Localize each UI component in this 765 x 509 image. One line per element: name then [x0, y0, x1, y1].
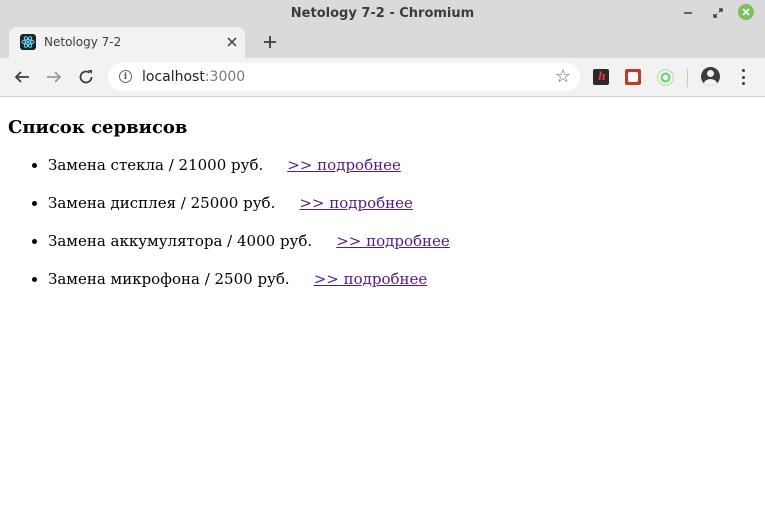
tab-title: Netology 7-2: [44, 35, 122, 49]
address-bar[interactable]: i localhost:3000 ☆: [108, 63, 580, 91]
new-tab-button[interactable]: [260, 32, 280, 52]
details-link[interactable]: >> подробнее: [314, 270, 428, 288]
list-item: Замена микрофона / 2500 руб. >> подробнее: [48, 268, 450, 306]
list-item: Замена дисплея / 25000 руб. >> подробнее: [48, 192, 450, 230]
extension-h-icon[interactable]: h: [593, 69, 609, 85]
service-text: Замена микрофона / 2500 руб.: [48, 270, 290, 288]
menu-icon[interactable]: [738, 69, 748, 85]
service-text: Замена аккумулятора / 4000 руб.: [48, 232, 313, 250]
maximize-icon[interactable]: [709, 4, 727, 22]
forward-arrow-icon[interactable]: [42, 66, 66, 88]
info-icon[interactable]: i: [119, 70, 132, 83]
toolbar-divider: [687, 69, 688, 87]
url-text[interactable]: localhost:3000: [142, 69, 245, 85]
extension-red-icon[interactable]: [625, 69, 641, 85]
extension-target-icon[interactable]: [657, 69, 674, 86]
browser-tab[interactable]: Netology 7-2: [9, 27, 245, 58]
tab-strip: Netology 7-2: [0, 27, 765, 58]
back-arrow-icon[interactable]: [10, 66, 34, 88]
service-text: Замена дисплея / 25000 руб.: [48, 194, 276, 212]
details-link[interactable]: >> подробнее: [287, 156, 401, 174]
react-icon: [20, 34, 36, 50]
service-text: Замена стекла / 21000 руб.: [48, 156, 264, 174]
browser-toolbar: i localhost:3000 ☆ h: [0, 58, 765, 97]
page-content: Список сервисов Замена стекла / 21000 ру…: [0, 97, 765, 509]
details-link[interactable]: >> подробнее: [299, 194, 413, 212]
star-icon[interactable]: ☆: [555, 66, 571, 87]
reload-icon[interactable]: [74, 66, 98, 88]
page-title: Список сервисов: [8, 117, 188, 138]
url-port: :3000: [204, 69, 246, 85]
list-item: Замена аккумулятора / 4000 руб. >> подроб…: [48, 230, 450, 268]
profile-icon[interactable]: [701, 67, 720, 86]
window-title: Netology 7-2 - Chromium: [290, 6, 475, 21]
title-bar: Netology 7-2 - Chromium: [0, 0, 765, 27]
list-item: Замена стекла / 21000 руб. >> подробнее: [48, 154, 450, 192]
minimize-icon[interactable]: [679, 4, 697, 22]
close-tab-icon[interactable]: [224, 34, 240, 50]
close-window-icon[interactable]: [738, 4, 754, 20]
service-list: Замена стекла / 21000 руб. >> подробнее З…: [0, 154, 450, 306]
url-host: localhost: [142, 69, 205, 85]
details-link[interactable]: >> подробнее: [336, 232, 450, 250]
